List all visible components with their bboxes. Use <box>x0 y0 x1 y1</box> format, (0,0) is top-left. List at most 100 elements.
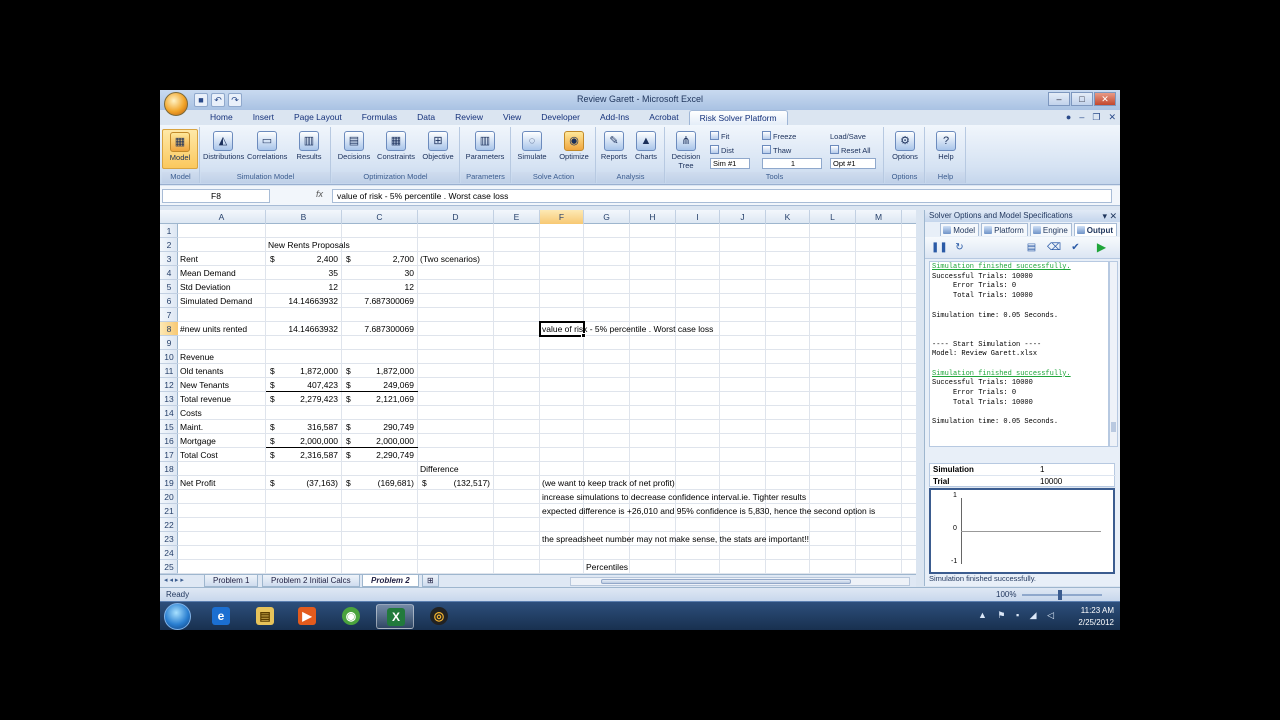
freeze-button[interactable]: Freeze <box>762 131 796 142</box>
cell-a10[interactable]: Revenue <box>180 350 214 364</box>
row-header-4[interactable]: 4 <box>160 266 178 280</box>
clock-time[interactable]: 11:23 AM <box>1081 606 1114 615</box>
column-header-h[interactable]: H <box>630 210 676 224</box>
column-header-f[interactable]: F <box>540 210 584 224</box>
ribbon-restore-icon[interactable]: ❐ <box>1092 112 1100 123</box>
row-header-24[interactable]: 24 <box>160 546 178 560</box>
cell-c16[interactable]: 2,000,000 <box>342 434 414 448</box>
row-header-22[interactable]: 22 <box>160 518 178 532</box>
cell-c3[interactable]: 2,700 <box>342 252 414 266</box>
cell-a12[interactable]: New Tenants <box>180 378 229 392</box>
row-header-19[interactable]: 19 <box>160 476 178 490</box>
row-header-25[interactable]: 25 <box>160 560 178 574</box>
cell-c6[interactable]: 7.687300069 <box>342 294 414 308</box>
play-icon[interactable]: ▶ <box>1095 241 1108 254</box>
pane-close-icon[interactable]: ▾ ✕ <box>1102 210 1117 222</box>
row-header-11[interactable]: 11 <box>160 364 178 378</box>
cell-f21[interactable]: expected difference is +26,010 and 95% c… <box>542 504 875 518</box>
column-header-b[interactable]: B <box>266 210 342 224</box>
taskbar-explorer[interactable]: ▤ <box>246 604 284 629</box>
row-header-3[interactable]: 3 <box>160 252 178 266</box>
zoom-slider-knob[interactable] <box>1058 590 1062 600</box>
cell-a13[interactable]: Total revenue <box>180 392 231 406</box>
tray-icons[interactable]: ▲ ⚑ ▪ ◢ ◁ <box>978 610 1058 621</box>
check-icon[interactable]: ✔ <box>1069 241 1082 254</box>
cell-f23[interactable]: the spreadsheet number may not make sens… <box>542 532 809 546</box>
cell-b12[interactable]: 407,423 <box>266 378 338 392</box>
constraints-button[interactable]: ▦ Constraints <box>376 129 416 169</box>
cell-c13[interactable]: 2,121,069 <box>342 392 414 406</box>
column-header-m[interactable]: M <box>856 210 902 224</box>
model-button[interactable]: ▦ Model <box>162 129 198 169</box>
row-header-23[interactable]: 23 <box>160 532 178 546</box>
row-header-2[interactable]: 2 <box>160 238 178 252</box>
cell-a15[interactable]: Maint. <box>180 420 203 434</box>
formula-input[interactable]: value of risk - 5% percentile . Worst ca… <box>332 189 1112 203</box>
row-header-17[interactable]: 17 <box>160 448 178 462</box>
cell-grid[interactable]: New Rents Proposals Rent $2,400 $2,700 (Two … <box>178 224 916 574</box>
ribbon-minimize-icon[interactable]: – <box>1079 112 1084 123</box>
tab-data[interactable]: Data <box>407 110 445 125</box>
column-header-i[interactable]: I <box>676 210 720 224</box>
opt-selector[interactable]: Opt #1 <box>830 158 876 169</box>
cell-c17[interactable]: 2,290,749 <box>342 448 414 462</box>
cell-d19[interactable]: (132,517) <box>418 476 490 490</box>
office-button[interactable] <box>164 92 188 116</box>
simulate-button[interactable]: ◌ Simulate <box>512 129 552 169</box>
close-button[interactable]: ✕ <box>1094 92 1116 106</box>
taskbar-media[interactable]: ▶ <box>288 604 326 629</box>
fx-icon[interactable]: fx <box>316 189 323 199</box>
cell-b19[interactable]: (37,163) <box>266 476 338 490</box>
cell-b4[interactable]: 35 <box>266 266 338 280</box>
sheet-tab-problem-2[interactable]: Problem 2 <box>362 575 419 587</box>
trial-stepper[interactable]: 1 <box>762 158 822 169</box>
cell-a5[interactable]: Std Deviation <box>180 280 231 294</box>
copy-icon[interactable]: ▤ <box>1025 241 1038 254</box>
sheet-tab-problem-2-initial-calcs[interactable]: Problem 2 Initial Calcs <box>262 575 360 587</box>
charts-button[interactable]: ▲ Charts <box>629 129 663 169</box>
cell-c12[interactable]: 249,069 <box>342 378 414 392</box>
cell-b2[interactable]: New Rents Proposals <box>268 238 350 252</box>
optimize-button[interactable]: ◉ Optimize <box>554 129 594 169</box>
cell-a8[interactable]: #new units rented <box>180 322 247 336</box>
column-header-a[interactable]: A <box>178 210 266 224</box>
row-header-16[interactable]: 16 <box>160 434 178 448</box>
row-header-14[interactable]: 14 <box>160 406 178 420</box>
cell-b3[interactable]: 2,400 <box>266 252 338 266</box>
tab-review[interactable]: Review <box>445 110 493 125</box>
cell-b17[interactable]: 2,316,587 <box>266 448 338 462</box>
pane-tab-engine[interactable]: Engine <box>1029 223 1072 236</box>
taskbar-recorder[interactable]: ◎ <box>420 604 458 629</box>
cell-a3[interactable]: Rent <box>180 252 198 266</box>
insert-sheet-icon[interactable]: ⊞ <box>422 575 439 587</box>
cell-b16[interactable]: 2,000,000 <box>266 434 338 448</box>
tab-formulas[interactable]: Formulas <box>352 110 407 125</box>
cell-a19[interactable]: Net Profit <box>180 476 215 490</box>
tab-page-layout[interactable]: Page Layout <box>284 110 352 125</box>
tab-developer[interactable]: Developer <box>531 110 590 125</box>
column-header-e[interactable]: E <box>494 210 540 224</box>
correlations-button[interactable]: ▭ Correlations <box>247 129 287 169</box>
row-header-6[interactable]: 6 <box>160 294 178 308</box>
cell-a6[interactable]: Simulated Demand <box>180 294 252 308</box>
refresh-icon[interactable]: ↻ <box>953 241 966 254</box>
fit-button[interactable]: Fit <box>710 131 729 142</box>
cell-c8[interactable]: 7.687300069 <box>342 322 414 336</box>
cell-a14[interactable]: Costs <box>180 406 202 420</box>
reset-all-button[interactable]: Reset All <box>830 145 871 156</box>
results-button[interactable]: ▥ Results <box>289 129 329 169</box>
load-save-button[interactable]: Load/Save <box>830 131 866 142</box>
cell-c4[interactable]: 30 <box>342 266 414 280</box>
row-header-1[interactable]: 1 <box>160 224 178 238</box>
row-header-18[interactable]: 18 <box>160 462 178 476</box>
cell-f19[interactable]: (we want to keep track of net profit) <box>542 476 675 490</box>
row-header-12[interactable]: 12 <box>160 378 178 392</box>
row-header-15[interactable]: 15 <box>160 420 178 434</box>
row-header-5[interactable]: 5 <box>160 280 178 294</box>
horizontal-scrollbar[interactable] <box>570 577 910 586</box>
clock-date[interactable]: 2/25/2012 <box>1078 618 1114 627</box>
distributions-button[interactable]: ◭ Distributions <box>203 129 244 169</box>
cell-c19[interactable]: (169,681) <box>342 476 414 490</box>
help-icon[interactable]: ● <box>1066 112 1071 123</box>
cell-b6[interactable]: 14.14663932 <box>266 294 338 308</box>
